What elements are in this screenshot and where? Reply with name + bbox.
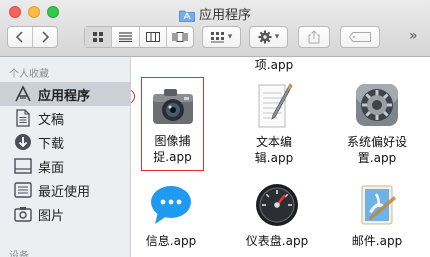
mail-icon <box>354 182 400 228</box>
action-button[interactable]: ▾ <box>249 26 288 48</box>
forward-button[interactable] <box>33 27 57 47</box>
sidebar: 个人收藏 应用程序 文稿 下载 桌面 最近使用 图片 设备 <box>0 57 131 257</box>
file-name: 信息.app <box>145 234 197 248</box>
textedit-icon <box>253 81 295 129</box>
grid-icon <box>92 31 103 42</box>
sidebar-item-desktop[interactable]: 桌面 <box>0 154 130 178</box>
arrange-button[interactable]: ▾ <box>202 26 241 48</box>
window-title-area: 应用程序 <box>0 4 430 23</box>
file-item[interactable]: 信息.app <box>141 182 201 249</box>
sidebar-item-label: 文稿 <box>38 112 65 128</box>
chevron-down-icon: ▾ <box>227 32 233 42</box>
share-button[interactable] <box>298 26 330 48</box>
file-name: 文本编 <box>255 135 292 149</box>
file-grid: 项.app ③ 图像捕 捉.app <box>131 57 430 257</box>
system-preferences-icon <box>353 81 401 129</box>
tag-button[interactable] <box>340 26 380 48</box>
image-capture-icon <box>150 84 196 128</box>
pictures-icon <box>14 205 32 223</box>
share-icon <box>308 30 320 44</box>
file-name: 系统偏好设 <box>346 135 407 149</box>
sidebar-section-favorites: 个人收藏 <box>9 69 49 80</box>
sidebar-item-applications[interactable]: 应用程序 <box>0 82 130 106</box>
nav-segment <box>7 26 58 48</box>
coverflow-view-button[interactable] <box>167 27 193 47</box>
view-mode-segment <box>84 26 194 48</box>
sidebar-item-label: 应用程序 <box>38 88 91 104</box>
sidebar-item-label: 图片 <box>38 208 65 224</box>
file-item[interactable]: 邮件.app <box>331 182 423 249</box>
arrange-grid-icon <box>210 31 224 42</box>
sidebar-item-label: 最近使用 <box>38 184 91 200</box>
file-name: 置.app <box>357 151 397 165</box>
gear-icon <box>258 30 272 44</box>
downloads-icon <box>14 133 32 151</box>
toolbar: 应用程序 ▾ ▾ » <box>0 0 430 57</box>
file-name: 邮件.app <box>351 234 403 248</box>
desktop-icon <box>14 157 32 175</box>
callout-number: ③ <box>131 89 135 104</box>
sidebar-item-recents[interactable]: 最近使用 <box>0 178 130 202</box>
list-view-button[interactable] <box>112 27 140 47</box>
file-name: 仪表盘.app <box>245 234 309 248</box>
messages-icon <box>148 182 194 228</box>
window-title: 应用程序 <box>198 8 251 23</box>
chevron-right-icon <box>42 31 50 43</box>
file-name: 捉.app <box>153 150 192 164</box>
partial-item-label[interactable]: 项.app <box>231 57 317 73</box>
tag-icon <box>349 32 371 42</box>
columns-icon <box>145 32 160 42</box>
sidebar-item-label: 桌面 <box>38 160 65 176</box>
sidebar-item-documents[interactable]: 文稿 <box>0 106 130 130</box>
chevron-down-icon: ▾ <box>274 32 280 42</box>
icon-view-button[interactable] <box>85 27 113 47</box>
recents-icon <box>14 181 32 199</box>
sidebar-item-downloads[interactable]: 下载 <box>0 130 130 154</box>
dashboard-icon <box>254 182 300 228</box>
column-view-button[interactable] <box>140 27 167 47</box>
file-item[interactable]: 系统偏好设 置.app <box>331 81 423 166</box>
file-item[interactable]: 仪表盘.app <box>231 182 323 249</box>
file-name: 辑.app <box>254 151 294 165</box>
file-name: 图像捕 <box>154 134 191 148</box>
toolbar-overflow-button[interactable]: » <box>409 28 418 44</box>
file-item[interactable]: 图像捕 捉.app <box>141 77 204 171</box>
applications-icon <box>14 85 32 103</box>
sidebar-item-label: 下载 <box>38 136 65 152</box>
folder-icon <box>179 10 195 22</box>
back-button[interactable] <box>8 27 33 47</box>
sidebar-section-devices: 设备 <box>9 251 29 257</box>
list-icon <box>118 32 132 42</box>
finder-window: 应用程序 ▾ ▾ » 个人收藏 应用程序 文稿 下载 桌面 最近使用 图片 设备… <box>0 0 430 257</box>
file-item[interactable]: 文本编 辑.app <box>231 81 317 166</box>
chevron-left-icon <box>15 31 23 43</box>
coverflow-icon <box>172 32 188 42</box>
sidebar-item-pictures[interactable]: 图片 <box>0 202 130 226</box>
documents-icon <box>14 109 32 127</box>
